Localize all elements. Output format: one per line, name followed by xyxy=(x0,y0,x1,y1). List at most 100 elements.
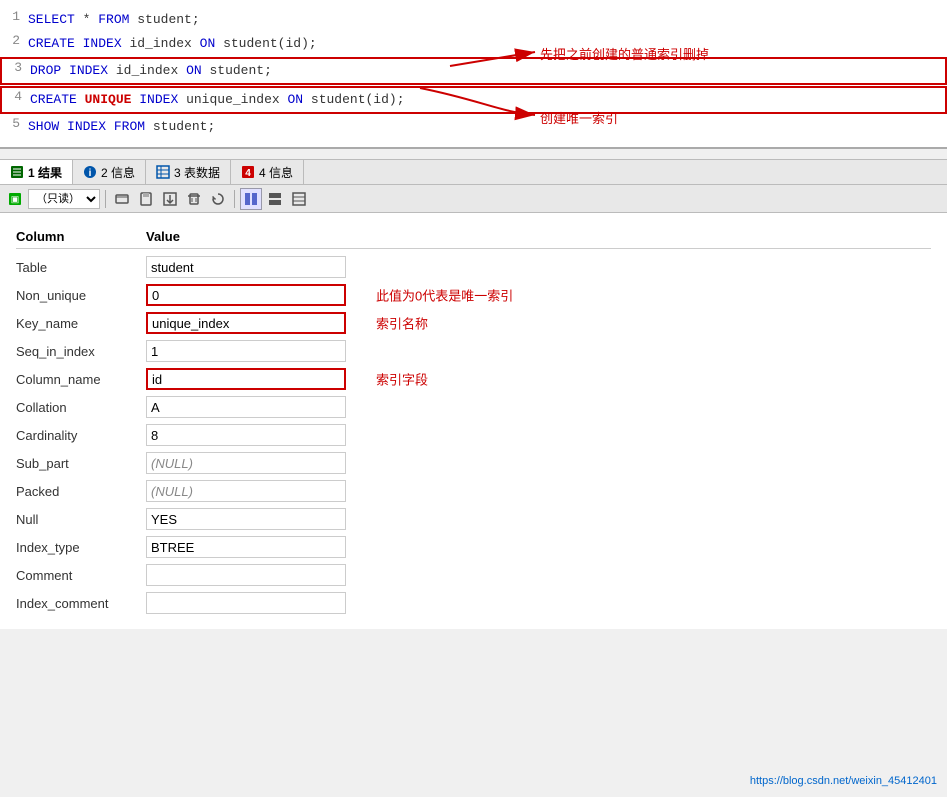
row-col-name: Table xyxy=(16,260,146,275)
tab-label-tabledata: 3 表数据 xyxy=(174,164,220,181)
token-kw-on: ON xyxy=(200,36,216,51)
row-col-name: Index_type xyxy=(16,540,146,555)
row-col-value xyxy=(146,536,346,558)
toolbar-btn-3[interactable] xyxy=(159,188,181,210)
row-col-value xyxy=(146,396,346,418)
row-value-input[interactable] xyxy=(146,480,346,502)
row-annotation-Non_unique: 此值为0代表是唯一索引 xyxy=(376,286,513,305)
line-content-5[interactable]: SHOW INDEX FROM student; xyxy=(28,116,947,138)
token-kw-on: ON xyxy=(186,63,202,78)
row-col-name: Comment xyxy=(16,568,146,583)
table-row: Collation xyxy=(16,393,931,421)
row-value-input[interactable] xyxy=(146,592,346,614)
row-col-value xyxy=(146,452,346,474)
column-header: Column xyxy=(16,229,146,244)
separator-2 xyxy=(234,190,235,208)
token-txt-normal: id_index xyxy=(122,36,200,51)
row-col-name: Cardinality xyxy=(16,428,146,443)
token-txt-normal: student(id); xyxy=(215,36,316,51)
tab-results[interactable]: 1 结果 xyxy=(0,160,73,184)
readonly-select[interactable]: （只读） xyxy=(28,189,100,209)
row-col-name: Collation xyxy=(16,400,146,415)
token-kw-unique: UNIQUE xyxy=(85,92,132,107)
line-content-2[interactable]: CREATE INDEX id_index ON student(id); xyxy=(28,33,947,55)
tab-icon-results xyxy=(10,165,24,179)
row-col-name: Sub_part xyxy=(16,456,146,471)
token-txt-normal: id_index xyxy=(108,63,186,78)
token-kw-index: INDEX xyxy=(139,92,178,107)
sql-line-3: 3DROP INDEX id_index ON student; xyxy=(0,57,947,85)
token-txt-normal: * xyxy=(75,12,98,27)
separator-1 xyxy=(105,190,106,208)
value-header: Value xyxy=(146,229,931,244)
token-txt-normal: student; xyxy=(202,63,272,78)
token-txt-normal xyxy=(77,92,85,107)
tab-icon-info: i xyxy=(83,165,97,179)
row-col-value xyxy=(146,424,346,446)
row-col-name: Packed xyxy=(16,484,146,499)
tab-tabledata[interactable]: 3 表数据 xyxy=(146,160,231,184)
row-value-input[interactable] xyxy=(146,340,346,362)
table-row: Index_comment xyxy=(16,589,931,617)
token-kw-index: INDEX xyxy=(83,36,122,51)
sql-line-4: 4CREATE UNIQUE INDEX unique_index ON stu… xyxy=(0,86,947,114)
token-kw-index: INDEX xyxy=(67,119,106,134)
row-col-name: Index_comment xyxy=(16,596,146,611)
sql-editor: 1SELECT * FROM student;2CREATE INDEX id_… xyxy=(0,0,947,149)
row-value-input[interactable] xyxy=(146,508,346,530)
toolbar-btn-4[interactable] xyxy=(183,188,205,210)
sql-editor-wrapper: 1SELECT * FROM student;2CREATE INDEX id_… xyxy=(0,0,947,159)
toolbar-btn-5[interactable] xyxy=(207,188,229,210)
line-number-5: 5 xyxy=(0,116,28,131)
token-kw-on: ON xyxy=(287,92,303,107)
row-annotation-Column_name: 索引字段 xyxy=(376,370,428,389)
line-content-3[interactable]: DROP INDEX id_index ON student; xyxy=(30,60,945,82)
row-value-input[interactable] xyxy=(146,452,346,474)
line-content-1[interactable]: SELECT * FROM student; xyxy=(28,9,947,31)
table-row: Index_type xyxy=(16,533,931,561)
row-value-input[interactable] xyxy=(146,536,346,558)
row-value-input[interactable] xyxy=(146,564,346,586)
table-row: Null xyxy=(16,505,931,533)
line-number-4: 4 xyxy=(2,89,30,104)
row-col-value xyxy=(146,256,346,278)
row-col-name: Non_unique xyxy=(16,288,146,303)
tab-icon-info4: 4 xyxy=(241,165,255,179)
tab-label-info: 2 信息 xyxy=(101,164,135,181)
row-value-input[interactable] xyxy=(146,256,346,278)
row-annotation-Key_name: 索引名称 xyxy=(376,314,428,333)
annotation-line3: 先把之前创建的普通索引删掉 xyxy=(540,44,709,63)
toolbar-btn-1[interactable] xyxy=(111,188,133,210)
toolbar-btn-layout1[interactable] xyxy=(240,188,262,210)
row-value-input[interactable] xyxy=(146,396,346,418)
row-col-name: Column_name xyxy=(16,372,146,387)
watermark: https://blog.csdn.net/weixin_45412401 xyxy=(750,775,937,787)
toolbar-btn-2[interactable] xyxy=(135,188,157,210)
row-col-value xyxy=(146,508,346,530)
annotation-line5: 创建唯一索引 xyxy=(540,108,618,127)
token-txt-normal: student(id); xyxy=(303,92,404,107)
toolbar-btn-layout3[interactable] xyxy=(288,188,310,210)
token-kw-create: CREATE xyxy=(28,36,75,51)
row-value-input[interactable] xyxy=(146,284,346,306)
line-content-4[interactable]: CREATE UNIQUE INDEX unique_index ON stud… xyxy=(30,89,945,111)
toolbar: ▣ （只读） xyxy=(0,185,947,213)
toolbar-btn-layout2[interactable] xyxy=(264,188,286,210)
data-grid: Column Value TableNon_unique此值为0代表是唯一索引K… xyxy=(16,225,931,617)
tab-info4[interactable]: 44 信息 xyxy=(231,160,304,184)
row-col-name: Seq_in_index xyxy=(16,344,146,359)
token-txt-normal: student; xyxy=(145,119,215,134)
export-button[interactable]: ▣ xyxy=(4,188,26,210)
row-col-value xyxy=(146,340,346,362)
data-table-area: Column Value TableNon_unique此值为0代表是唯一索引K… xyxy=(0,213,947,629)
tab-label-results: 1 结果 xyxy=(28,164,62,181)
row-value-input[interactable] xyxy=(146,312,346,334)
table-row: Sub_part xyxy=(16,449,931,477)
row-value-input[interactable] xyxy=(146,368,346,390)
token-kw-create: CREATE xyxy=(30,92,77,107)
row-value-input[interactable] xyxy=(146,424,346,446)
tab-info[interactable]: i 2 信息 xyxy=(73,160,146,184)
table-row: Cardinality xyxy=(16,421,931,449)
row-col-value xyxy=(146,592,346,614)
svg-text:▣: ▣ xyxy=(11,194,20,204)
